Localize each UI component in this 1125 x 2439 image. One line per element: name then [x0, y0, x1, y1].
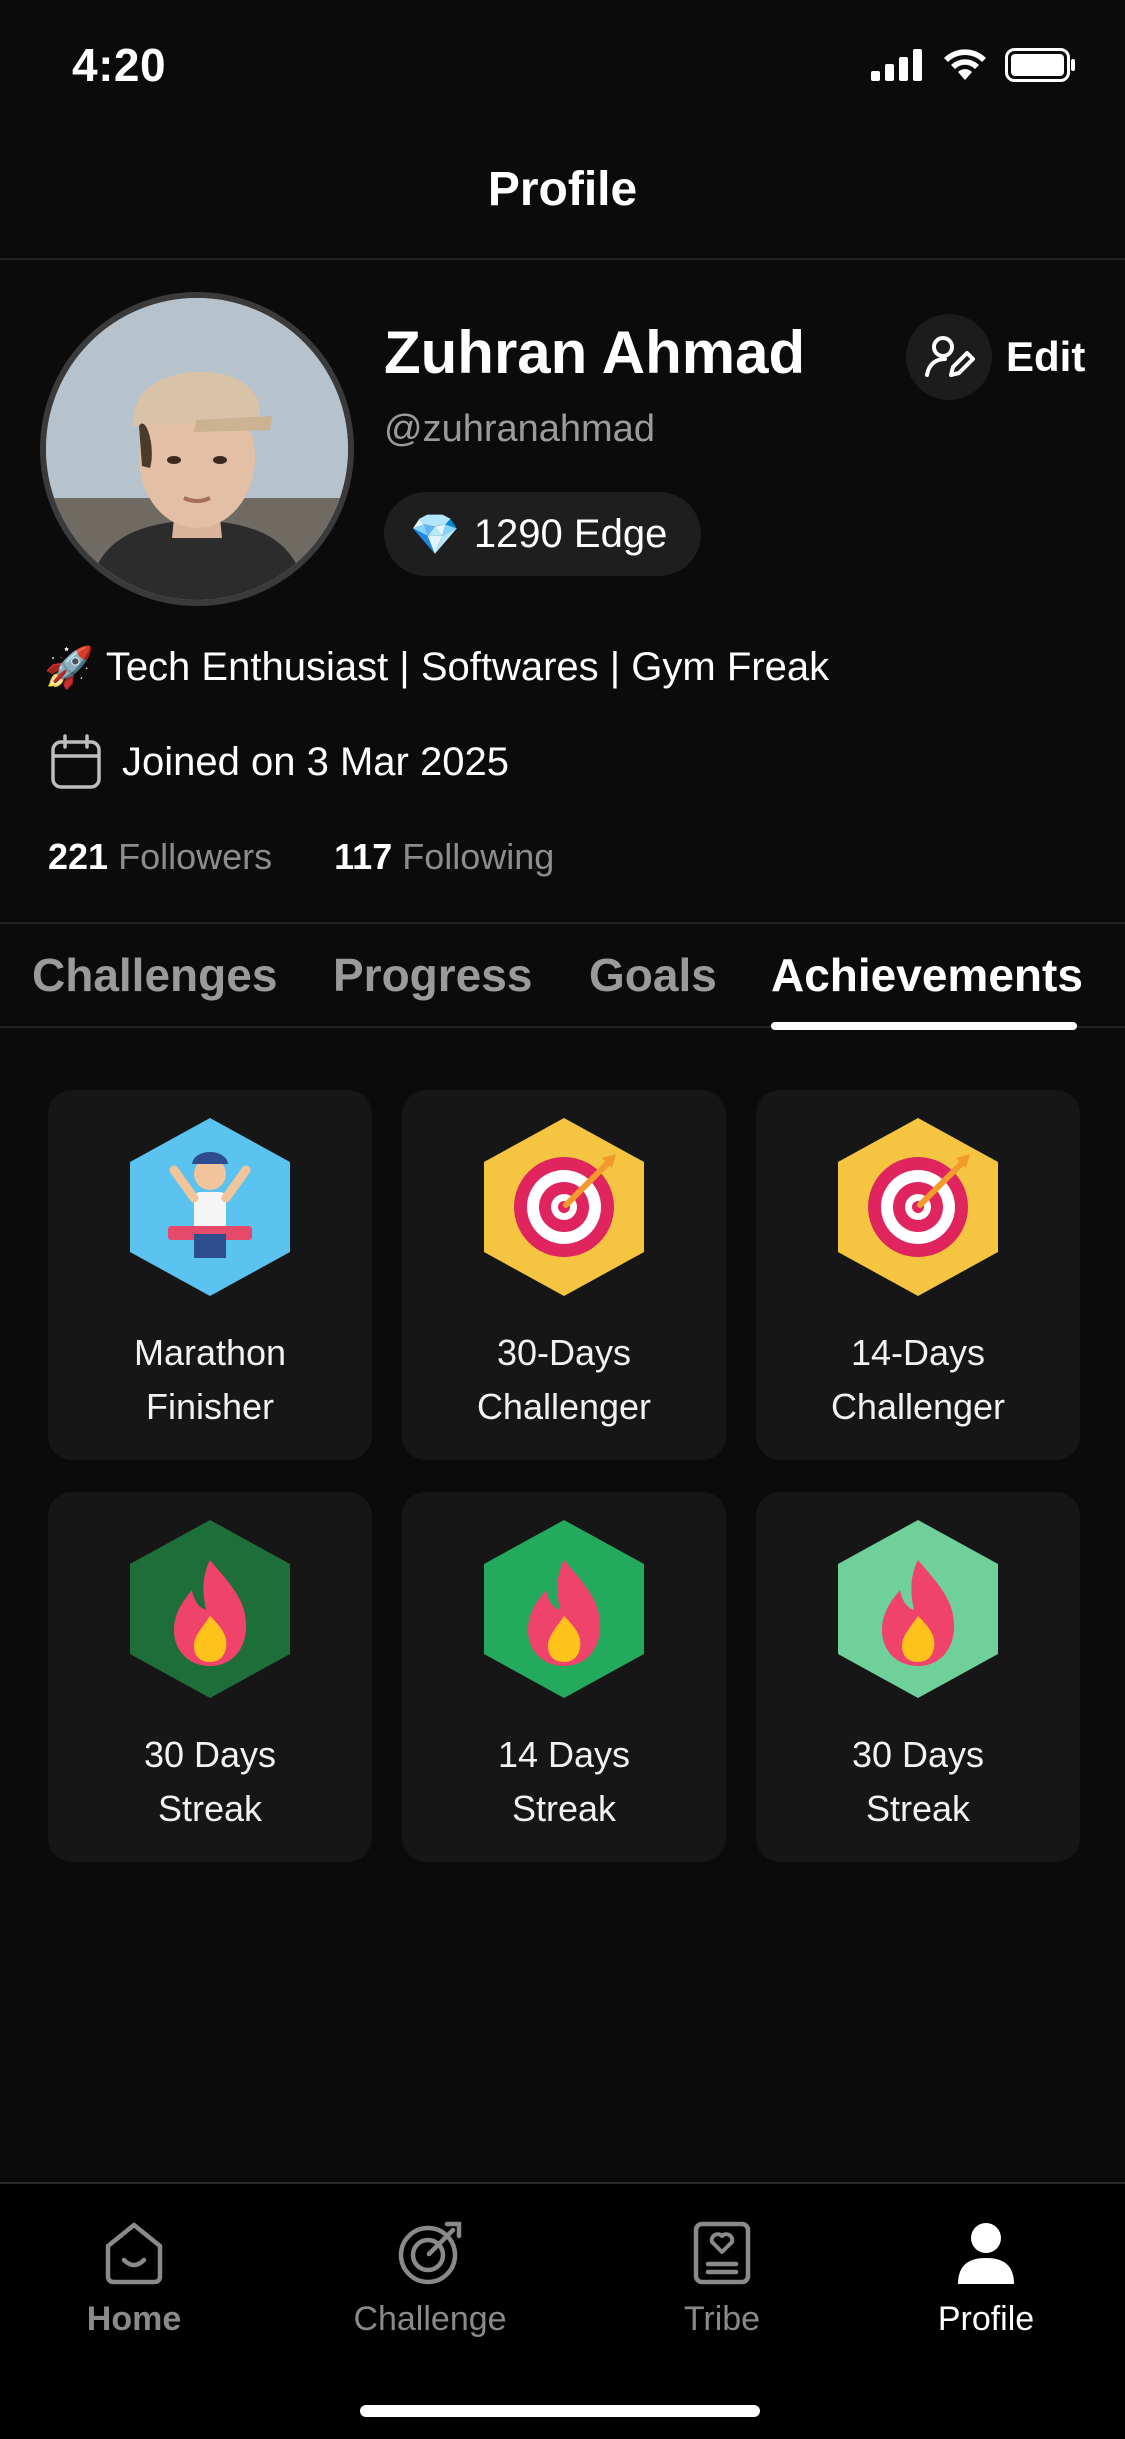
tab-goals[interactable]: Goals — [589, 948, 717, 1002]
nav-tribe-label: Tribe — [683, 2300, 761, 2338]
signal-icon — [871, 49, 922, 81]
achievement-label: 30 Days Streak — [143, 1734, 277, 1829]
active-tab-indicator — [771, 1022, 1077, 1030]
target-icon — [484, 1118, 644, 1296]
edit-profile-button[interactable]: Edit — [906, 314, 1085, 400]
wifi-icon — [944, 49, 986, 80]
edit-label: Edit — [1006, 333, 1086, 380]
nav-profile[interactable]: Profile — [876, 2220, 1096, 2339]
status-icons — [871, 48, 1077, 82]
bio-text: Tech Enthusiast | Softwares | Gym Freak — [105, 645, 830, 689]
following-count: 117 — [334, 836, 393, 877]
followers-link[interactable]: 221 Followers — [48, 836, 272, 878]
nav-home-label: Home — [86, 2300, 182, 2338]
calendar-icon — [51, 734, 101, 789]
achievement-card[interactable]: 14 Days Streak — [402, 1492, 726, 1862]
achievement-card[interactable]: 30-Days Challenger — [402, 1090, 726, 1460]
tab-achievements[interactable]: Achievements — [771, 948, 1083, 1002]
nav-tribe[interactable]: Tribe — [612, 2220, 832, 2339]
status-bar: 4:20 — [0, 0, 1125, 132]
achievement-label: 14-Days Challenger — [830, 1332, 1006, 1427]
profile-name: Zuhran Ahmad — [384, 319, 806, 386]
nav-challenge[interactable]: Challenge — [320, 2220, 540, 2339]
followers-label: Followers — [118, 836, 273, 877]
followers-count: 221 — [48, 836, 109, 877]
achievement-card[interactable]: Marathon Finisher — [48, 1090, 372, 1460]
achievement-card[interactable]: 14-Days Challenger — [756, 1090, 1080, 1460]
nav-challenge-label: Challenge — [353, 2300, 507, 2338]
edit-user-icon — [906, 314, 992, 400]
target-icon — [838, 1118, 998, 1296]
flame-icon — [130, 1520, 290, 1698]
nav-home[interactable]: Home — [24, 2220, 244, 2339]
battery-icon — [1005, 48, 1075, 82]
home-icon — [105, 2222, 163, 2285]
achievement-label: Marathon Finisher — [133, 1332, 287, 1427]
avatar[interactable] — [40, 292, 354, 606]
edge-points-text: 1290 Edge — [473, 511, 668, 556]
tab-challenges[interactable]: Challenges — [32, 948, 277, 1002]
tribe-icon — [693, 2221, 751, 2285]
avatar-photo — [46, 298, 348, 600]
following-label: Following — [402, 836, 555, 877]
achievement-card[interactable]: 30 Days Streak — [48, 1492, 372, 1862]
status-time: 4:20 — [72, 39, 167, 91]
rocket-icon: 🚀 — [44, 646, 94, 690]
challenge-icon — [398, 2221, 462, 2285]
achievement-card[interactable]: 30 Days Streak — [756, 1492, 1080, 1862]
achievement-label: 30-Days Challenger — [476, 1332, 652, 1427]
runner-icon — [130, 1118, 290, 1296]
follow-stats: 221 Followers 117 Following — [48, 836, 554, 878]
joined-text: Joined on 3 Mar 2025 — [122, 739, 509, 784]
diamond-icon: 💎 — [410, 512, 460, 557]
profile-bio: 🚀 Tech Enthusiast | Softwares | Gym Frea… — [44, 644, 829, 691]
flame-icon — [484, 1520, 644, 1698]
edge-points-pill[interactable]: 💎 1290 Edge — [384, 492, 702, 576]
achievement-label: 14 Days Streak — [497, 1734, 631, 1829]
following-link[interactable]: 117 Following — [334, 836, 554, 878]
profile-tabs: Challenges Progress Goals Achievements — [0, 922, 1125, 1030]
achievement-label: 30 Days Streak — [851, 1734, 985, 1829]
page-title: Profile — [487, 162, 638, 216]
home-indicator — [360, 2405, 760, 2417]
nav-profile-label: Profile — [937, 2300, 1035, 2338]
profile-handle: @zuhranahmad — [384, 408, 655, 450]
flame-icon — [838, 1520, 998, 1698]
header-bar: Profile — [0, 132, 1125, 260]
joined-date: Joined on 3 Mar 2025 — [50, 734, 509, 790]
bottom-nav: Home Challenge Tribe Profile — [0, 2182, 1125, 2439]
tab-progress[interactable]: Progress — [333, 948, 532, 1002]
profile-icon — [958, 2223, 1014, 2284]
